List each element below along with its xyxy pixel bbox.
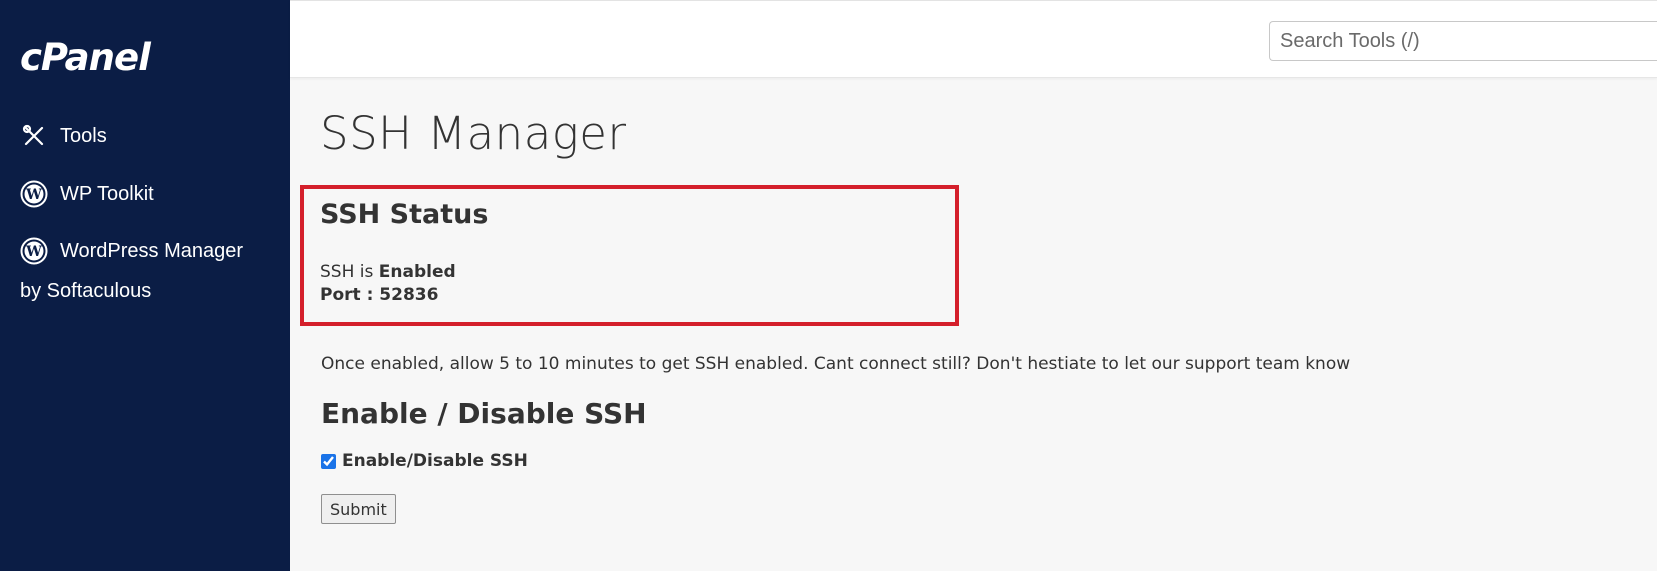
enable-ssh-row: Enable/Disable SSH (321, 451, 528, 471)
search-tools-input[interactable] (1269, 21, 1657, 61)
sidebar-item-wordpress-manager[interactable]: W WordPress Manager (20, 237, 243, 265)
ssh-status-value: Enabled (378, 262, 456, 282)
ssh-status-prefix: SSH is (320, 262, 379, 282)
app: cPanel Tools W WP Toolkit W WordPress Ma… (0, 0, 1657, 571)
submit-button[interactable]: Submit (321, 494, 396, 524)
sidebar-item-label: Tools (60, 124, 107, 147)
sidebar-item-sublabel[interactable]: by Softaculous (20, 280, 151, 303)
enable-ssh-checkbox[interactable] (321, 453, 336, 469)
sidebar: cPanel Tools W WP Toolkit W WordPress Ma… (0, 0, 290, 571)
ssh-status-title: SSH Status (320, 199, 489, 230)
cpanel-logo[interactable]: cPanel (20, 36, 151, 79)
wordpress-icon: W (20, 180, 48, 208)
page-title: SSH Manager (320, 107, 627, 160)
info-text: Once enabled, allow 5 to 10 minutes to g… (321, 354, 1351, 374)
tools-icon (20, 122, 48, 150)
top-header (290, 0, 1657, 78)
svg-text:W: W (25, 187, 42, 203)
ssh-status-line: SSH is Enabled (320, 262, 456, 282)
sidebar-item-label: WordPress Manager (60, 239, 244, 262)
ssh-status-box: SSH Status SSH is Enabled Port : 52836 (300, 185, 959, 326)
enable-disable-title: Enable / Disable SSH (321, 397, 647, 430)
sidebar-item-label: WP Toolkit (60, 182, 154, 205)
svg-text:W: W (25, 244, 42, 260)
ssh-port-line: Port : 52836 (320, 285, 439, 305)
wordpress-icon: W (20, 237, 48, 265)
sidebar-item-tools[interactable]: Tools (20, 122, 107, 150)
enable-ssh-label[interactable]: Enable/Disable SSH (342, 451, 528, 471)
sidebar-item-wp-toolkit[interactable]: W WP Toolkit (20, 180, 154, 208)
main-content: SSH Manager SSH Status SSH is Enabled Po… (290, 79, 1657, 571)
